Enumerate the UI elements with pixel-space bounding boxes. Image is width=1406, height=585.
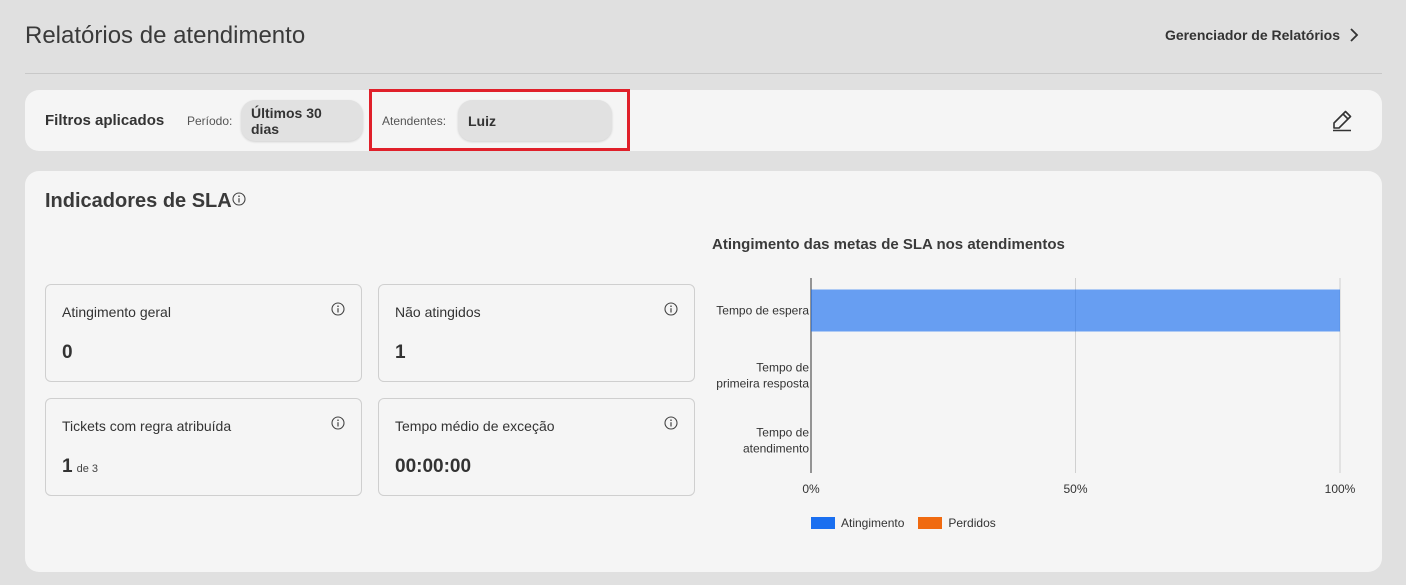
sla-card: Indicadores de SLA Atingimento geral 0 N… (25, 171, 1382, 572)
report-manager-label: Gerenciador de Relatórios (1164, 27, 1340, 43)
category-label: Tempo de (756, 426, 809, 440)
sla-title: Indicadores de SLA (45, 190, 232, 212)
agents-filter-highlight (369, 89, 630, 151)
x-tick-label: 100% (1325, 482, 1356, 496)
chart-legend: Atingimento Perdidos (811, 516, 996, 530)
legend-swatch-lost (918, 517, 943, 529)
metric-card-avg-exception-time: Tempo médio de exceção 00:00:00 (378, 398, 695, 496)
info-icon[interactable] (232, 192, 246, 206)
category-label: atendimento (743, 442, 809, 456)
metric-card-not-achieved: Não atingidos 1 (378, 284, 695, 382)
period-label: Período: (187, 114, 233, 128)
x-tick-label: 0% (802, 482, 820, 496)
metric-value: 1 de 3 (62, 456, 98, 477)
metric-card-tickets-with-rule: Tickets com regra atribuída 1 de 3 (45, 398, 362, 496)
info-icon[interactable] (664, 416, 678, 430)
legend-swatch-achieved (811, 517, 835, 529)
legend-item-lost: Perdidos (918, 516, 996, 530)
chart-title: Atingimento das metas de SLA nos atendim… (712, 236, 1065, 253)
metric-value: 0 (62, 342, 73, 363)
metric-value: 1 (395, 342, 406, 363)
metric-label: Atingimento geral (62, 304, 171, 320)
category-label: Tempo de (756, 361, 809, 375)
legend-item-achieved: Atingimento (811, 516, 904, 530)
legend-label-lost: Perdidos (948, 516, 996, 530)
metric-label: Não atingidos (395, 304, 481, 320)
metric-card-overall: Atingimento geral 0 (45, 284, 362, 382)
pencil-icon[interactable] (1330, 108, 1354, 132)
metric-value: 00:00:00 (395, 456, 472, 477)
period-chip[interactable]: Últimos 30 dias (241, 100, 363, 141)
filters-title: Filtros aplicados (45, 112, 165, 129)
x-tick-label: 50% (1063, 482, 1087, 496)
category-label: Tempo de espera (716, 304, 809, 318)
info-icon[interactable] (331, 416, 345, 430)
metric-label: Tickets com regra atribuída (62, 418, 232, 434)
report-manager-link[interactable]: Gerenciador de Relatórios (1165, 27, 1360, 43)
info-icon[interactable] (331, 302, 345, 316)
legend-label-achieved: Atingimento (841, 516, 905, 530)
metric-label: Tempo médio de exceção (395, 418, 555, 434)
category-label: primeira resposta (716, 377, 809, 391)
metric-sub: de 3 (76, 463, 98, 475)
bar-achieved (811, 289, 1340, 332)
info-icon[interactable] (664, 302, 678, 316)
header-divider (25, 73, 1382, 74)
page-title: Relatórios de atendimento (25, 22, 306, 49)
chevron-right-icon (1350, 28, 1359, 42)
sla-bar-chart: 0% 50% 100% Tempo de espera Tempo de primeira… (716, 278, 1356, 496)
filters-bar: Filtros aplicados Período: Últimos 30 di… (25, 90, 1382, 151)
